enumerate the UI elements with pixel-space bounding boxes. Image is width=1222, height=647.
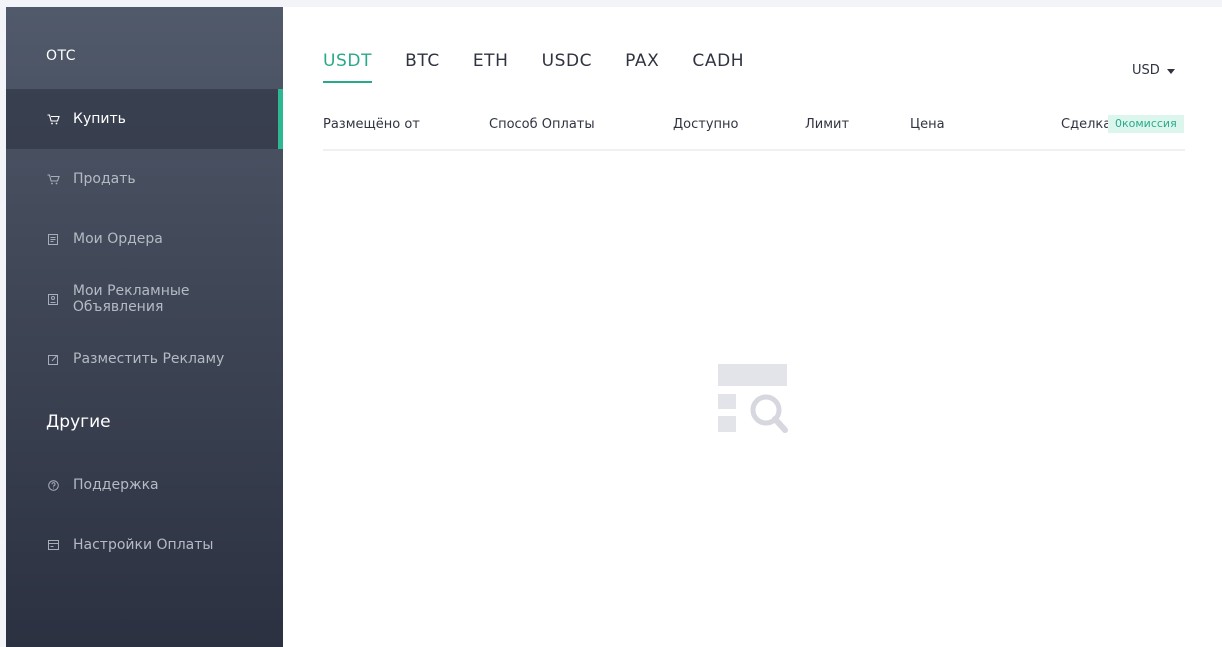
sidebar-item-label: Разместить Рекламу — [73, 351, 225, 367]
tab-usdt[interactable]: USDT — [323, 51, 373, 83]
empty-search-icon — [718, 364, 788, 433]
column-header-trade: Сделка — [1061, 117, 1112, 132]
sidebar-item-label: Мои Рекламные Объявления — [72, 283, 190, 315]
coin-tabs: USDT BTC ETH USDC PAX CADH — [323, 51, 777, 83]
sidebar: OTC Купить Продать Мои Ордера Мои Реклам… — [6, 7, 283, 647]
tab-eth[interactable]: ETH — [473, 51, 509, 83]
sidebar-item-label: Поддержка — [73, 477, 159, 493]
sidebar-item-label: Купить — [73, 111, 126, 127]
tab-cadh[interactable]: CADH — [692, 51, 744, 83]
chevron-down-icon — [1166, 69, 1175, 74]
sidebar-item-my-orders[interactable]: Мои Ордера — [6, 209, 283, 269]
sidebar-item-payment-settings[interactable]: Настройки Оплаты — [6, 515, 283, 575]
ad-icon — [46, 293, 60, 305]
cart-icon — [46, 113, 60, 125]
tab-pax[interactable]: PAX — [625, 51, 659, 83]
main-panel: USDT BTC ETH USDC PAX CADH USD Размещёно… — [283, 7, 1222, 647]
sidebar-item-buy[interactable]: Купить — [6, 89, 283, 149]
sidebar-item-label: Мои Ордера — [73, 231, 163, 247]
column-header-payment-method: Способ Оплаты — [489, 117, 595, 132]
sidebar-item-sell[interactable]: Продать — [6, 149, 283, 209]
cart-icon — [46, 173, 60, 185]
edit-icon — [46, 354, 60, 365]
column-header-price: Цена — [910, 117, 945, 132]
column-header-available: Доступно — [673, 117, 739, 132]
currency-select-value: USD — [1132, 63, 1160, 78]
currency-select[interactable]: USD — [1132, 63, 1175, 78]
sidebar-heading-otc: OTC — [46, 48, 77, 64]
sidebar-item-label: Настройки Оплаты — [73, 537, 214, 553]
sidebar-item-support[interactable]: Поддержка — [6, 455, 283, 515]
tab-btc[interactable]: BTC — [405, 51, 440, 83]
sidebar-heading-other: Другие — [46, 412, 111, 432]
document-icon — [46, 233, 60, 245]
column-header-placed-by: Размещёно от — [323, 117, 420, 132]
sidebar-item-label: Продать — [73, 171, 136, 187]
column-header-limit: Лимит — [805, 117, 850, 132]
sidebar-item-my-ads[interactable]: Мои Рекламные Объявления — [6, 269, 283, 329]
tab-usdc[interactable]: USDC — [542, 51, 593, 83]
help-circle-icon — [46, 479, 60, 491]
table-header: Размещёно от Способ Оплаты Доступно Лими… — [323, 115, 1185, 151]
sidebar-item-post-ad[interactable]: Разместить Рекламу — [6, 329, 283, 389]
card-icon — [46, 540, 60, 550]
zero-fee-badge: 0комиссия — [1108, 115, 1184, 133]
